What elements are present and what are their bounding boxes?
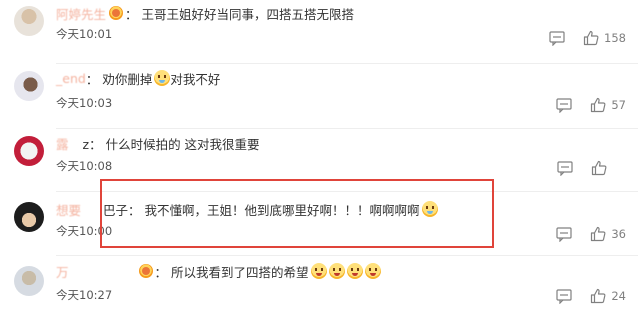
like-count: 24 xyxy=(611,289,626,303)
comment-icon xyxy=(556,288,572,304)
comment-line: 露 z： 什么时候拍的 这对我很重要 xyxy=(56,134,260,152)
divider xyxy=(56,254,638,256)
thumbs-up-icon xyxy=(583,30,599,46)
comment-line: 万 ： 所以我看到了四搭的希望 xyxy=(56,262,381,280)
comment-text: 什么时候拍的 这对我很重要 xyxy=(105,136,260,152)
reply-button[interactable] xyxy=(549,30,565,46)
like-count: 36 xyxy=(611,227,626,241)
fan-badge-icon xyxy=(109,6,124,20)
comment-actions: 158 xyxy=(531,30,626,46)
thumbs-up-icon xyxy=(591,97,606,113)
divider xyxy=(56,56,638,64)
comment-text: 王哥王姐好好当同事，四搭五搭无限搭 xyxy=(141,6,355,22)
shocked-face-icon xyxy=(346,263,363,279)
reply-button[interactable] xyxy=(557,160,573,176)
like-button[interactable]: 36 xyxy=(590,226,626,242)
comment-icon xyxy=(557,160,573,176)
comment-time: 今天10:03 xyxy=(56,96,113,110)
shocked-face-icon xyxy=(364,263,381,279)
colon: ： xyxy=(85,71,99,87)
avatar[interactable] xyxy=(14,136,44,166)
colon: ： xyxy=(125,6,138,22)
reply-button[interactable] xyxy=(556,288,572,304)
like-button[interactable] xyxy=(591,160,626,176)
fan-badge-icon xyxy=(138,264,153,278)
comment-actions: 57 xyxy=(538,97,626,113)
shocked-face-icon xyxy=(328,263,345,279)
comment-icon xyxy=(549,30,565,46)
comment-icon xyxy=(556,97,572,113)
avatar[interactable] xyxy=(14,71,44,101)
shocked-face-icon xyxy=(310,263,327,279)
thumbs-up-icon xyxy=(591,160,607,176)
comment-text: 劝你删掉 xyxy=(102,71,153,87)
comment-actions: 24 xyxy=(538,288,626,304)
reply-button[interactable] xyxy=(556,97,572,113)
highlight-box xyxy=(100,179,494,248)
comment-item: 阿婷先生 ： 王哥王姐好好当同事，四搭五搭无限搭 今天10:01 158 xyxy=(0,0,638,64)
username[interactable]: _end xyxy=(56,71,86,86)
like-button[interactable]: 24 xyxy=(590,288,626,304)
avatar[interactable] xyxy=(14,6,44,36)
crying-face-icon xyxy=(154,70,171,86)
thumbs-up-icon xyxy=(591,226,606,242)
comment-item: _end ： 劝你删掉 对我不好 今天10:03 57 xyxy=(0,65,638,129)
comment-time: 今天10:27 xyxy=(56,288,113,302)
comment-icon xyxy=(556,226,572,242)
comment-text: 所以我看到了四搭的希望 xyxy=(171,264,309,280)
comment-line: _end ： 劝你删掉 对我不好 xyxy=(56,69,220,87)
username[interactable]: 万 xyxy=(56,262,69,281)
colon: ： xyxy=(154,264,168,280)
comment-actions xyxy=(539,160,626,176)
username[interactable]: 想要 xyxy=(56,200,81,219)
comment-item: 万 ： 所以我看到了四搭的希望 今天10:27 24 xyxy=(0,258,638,322)
reply-button[interactable] xyxy=(556,226,572,242)
comment-time: 今天10:01 xyxy=(56,27,113,41)
avatar[interactable] xyxy=(14,266,44,296)
comment-text-2: 对我不好 xyxy=(170,71,221,87)
like-button[interactable]: 57 xyxy=(590,97,626,113)
avatar[interactable] xyxy=(14,202,44,232)
username[interactable]: 阿婷先生 xyxy=(56,4,106,23)
like-count: 158 xyxy=(604,31,626,45)
comment-actions: 36 xyxy=(538,226,626,242)
like-count: 57 xyxy=(611,98,626,112)
username[interactable]: 露 xyxy=(56,134,69,153)
comment-time: 今天10:08 xyxy=(56,159,113,173)
colon: z： xyxy=(82,136,102,152)
thumbs-up-icon xyxy=(591,288,606,304)
like-button[interactable]: 158 xyxy=(583,30,626,46)
comment-line: 阿婷先生 ： 王哥王姐好好当同事，四搭五搭无限搭 xyxy=(56,4,354,22)
